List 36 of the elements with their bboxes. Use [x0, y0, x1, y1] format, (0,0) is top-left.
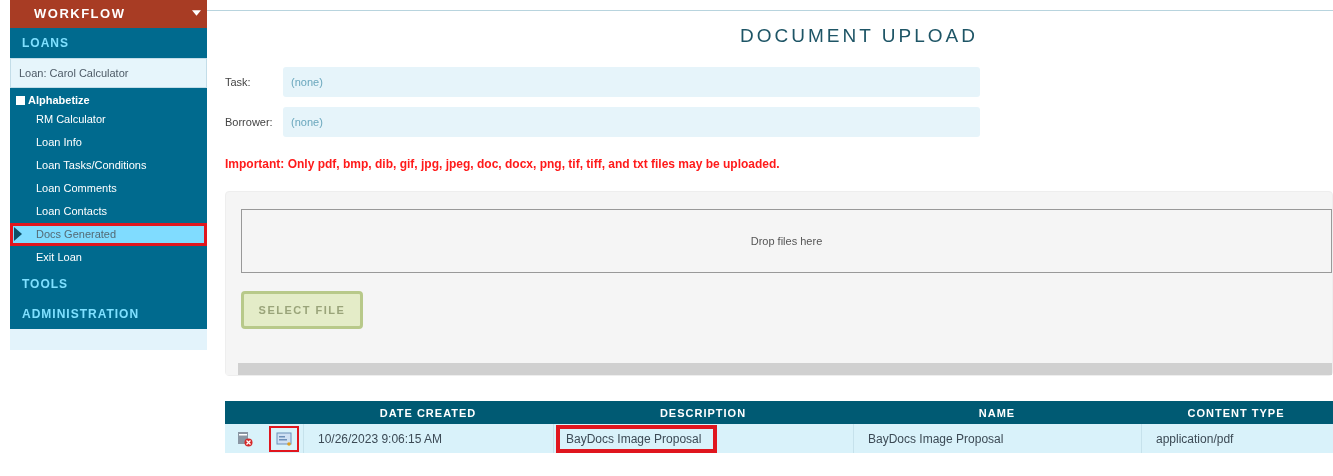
pointer-icon	[14, 227, 22, 241]
sidebar-item[interactable]: Loan Info	[10, 131, 207, 154]
workflow-label: WORKFLOW	[34, 5, 126, 21]
notice-text: Important: Only pdf, bmp, dib, gif, jpg, jpeg, doc, docx, png, tif, tiff, and txt files may be uploaded.	[225, 157, 781, 171]
column-header[interactable]: DATE CREATED	[303, 406, 553, 419]
sidebar-item[interactable]: Docs Generated	[10, 223, 207, 246]
drop-hint: Drop files here	[750, 235, 823, 247]
caret-icon	[192, 10, 201, 16]
table-cell: BayDocs Image Proposal	[853, 424, 1141, 453]
sidebar-item[interactable]: Loan Comments	[10, 177, 207, 200]
table-cell: application/pdf	[1141, 424, 1331, 453]
field-label: Task:	[225, 76, 252, 88]
section-header[interactable]: TOOLS	[10, 269, 207, 299]
drop-zone[interactable]: Drop files here	[241, 209, 1332, 273]
sidebar-item[interactable]: RM Calculator	[10, 108, 207, 131]
input-field[interactable]: (none)	[283, 67, 980, 97]
input-field[interactable]: (none)	[283, 107, 980, 137]
section-header[interactable]: ADMINISTRATION	[10, 299, 207, 329]
loan-name: Loan: Carol Calculator	[10, 58, 207, 88]
section-header[interactable]: LOANS	[10, 28, 207, 58]
table-cell: BayDocs Image Proposal	[556, 424, 718, 453]
sidebar-item[interactable]: Loan Contacts	[10, 200, 207, 223]
sidebar-item[interactable]: Loan Tasks/Conditions	[10, 154, 207, 177]
table-cell: 10/26/2023 9:06:15 AM	[303, 424, 553, 453]
checkbox[interactable]	[16, 95, 25, 105]
scrollbar[interactable]	[226, 363, 1332, 375]
view-icon[interactable]	[269, 425, 299, 452]
page-title: DOCUMENT UPLOAD	[739, 25, 979, 47]
workflow-menu[interactable]: WORKFLOW	[10, 0, 207, 28]
checkbox-label: Alphabetize	[28, 94, 90, 106]
column-header[interactable]: DESCRIPTION	[553, 406, 853, 419]
column-header[interactable]: NAME	[853, 406, 1141, 419]
delete-icon[interactable]	[237, 430, 253, 447]
sidebar-item[interactable]: Exit Loan	[10, 246, 207, 269]
field-label: Borrower:	[225, 116, 274, 128]
column-header[interactable]: CONTENT TYPE	[1141, 406, 1331, 419]
